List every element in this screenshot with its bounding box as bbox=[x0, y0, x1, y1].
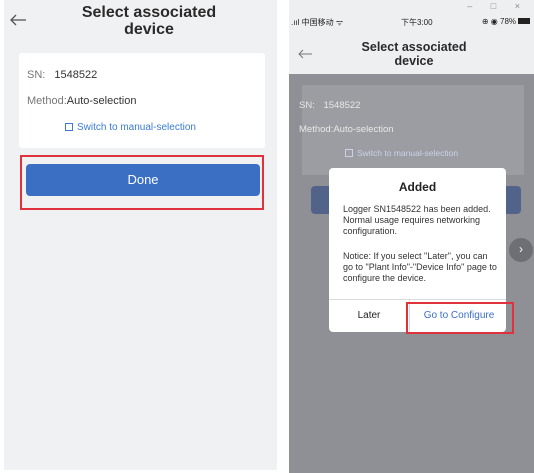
window-controls[interactable]: – □ × bbox=[467, 1, 528, 11]
method-row: Method:Auto-selection bbox=[299, 124, 394, 135]
top-bar: – □ × .ııl 中国移动 ᯤ 下午3:00 ⊕ ◉ 78% Select … bbox=[289, 0, 534, 74]
method-value: Auto-selection bbox=[66, 95, 137, 107]
left-phone-screen: Select associated device SN: 1548522 Met… bbox=[4, 0, 277, 470]
sn-label: SN: bbox=[299, 100, 315, 111]
switch-manual-label: Switch to manual-selection bbox=[77, 122, 196, 133]
switch-icon bbox=[65, 123, 73, 131]
status-time: 下午3:00 bbox=[401, 18, 433, 27]
switch-manual-label: Switch to manual-selection bbox=[357, 148, 459, 158]
back-arrow-icon[interactable] bbox=[8, 10, 28, 30]
method-row: Method:Auto-selection bbox=[27, 95, 136, 107]
page-title: Select associated device bbox=[361, 40, 467, 68]
method-value: Auto-selection bbox=[333, 124, 394, 135]
right-phone-screen: – □ × .ııl 中国移动 ᯤ 下午3:00 ⊕ ◉ 78% Select … bbox=[289, 0, 534, 473]
sn-row: SN: 1548522 bbox=[299, 100, 360, 111]
dialog-message: Logger SN1548522 has been added. Normal … bbox=[343, 204, 491, 236]
method-label: Method: bbox=[27, 95, 67, 107]
later-button[interactable]: Later bbox=[329, 299, 409, 332]
switch-icon bbox=[345, 149, 353, 157]
switch-manual-link[interactable]: Switch to manual-selection bbox=[65, 122, 196, 133]
page-title: Select associated device bbox=[81, 4, 217, 38]
carrier-signal: .ııl 中国移动 ᯤ bbox=[291, 18, 344, 27]
device-info-card: SN: 1548522 Method:Auto-selection Switch… bbox=[19, 53, 265, 148]
sn-label: SN: bbox=[27, 69, 46, 81]
done-button[interactable]: Done bbox=[26, 164, 260, 196]
battery-label: ⊕ ◉ 78% bbox=[481, 17, 516, 26]
battery-status: ⊕ ◉ 78% bbox=[482, 17, 530, 26]
sn-row: SN: 1548522 bbox=[27, 69, 97, 81]
switch-manual-link: Switch to manual-selection bbox=[345, 148, 458, 158]
configure-highlight-box bbox=[406, 302, 514, 334]
status-bar: .ııl 中国移动 ᯤ 下午3:00 ⊕ ◉ 78% bbox=[289, 14, 534, 28]
sn-value: 1548522 bbox=[323, 100, 361, 111]
dialog-notice: Notice: If you select "Later", you can g… bbox=[343, 251, 497, 283]
header: Select associated device bbox=[4, 0, 277, 46]
back-arrow-icon[interactable] bbox=[297, 47, 313, 61]
sn-value: 1548522 bbox=[54, 69, 98, 81]
chevron-right-icon[interactable]: › bbox=[509, 238, 533, 262]
method-label: Method: bbox=[299, 124, 334, 135]
battery-icon bbox=[518, 18, 530, 24]
dialog-title: Added bbox=[398, 180, 437, 194]
